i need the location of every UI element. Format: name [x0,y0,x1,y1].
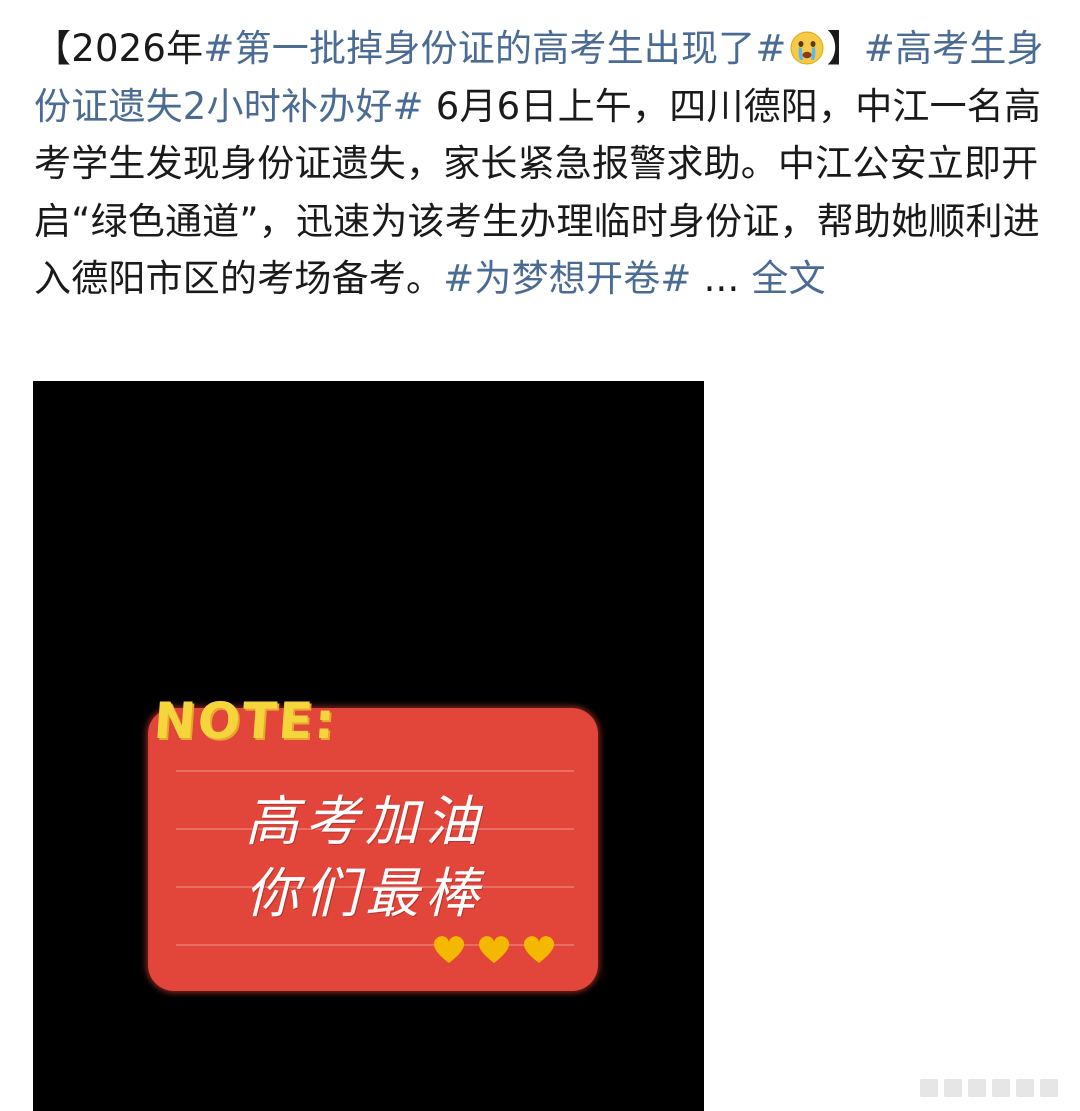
topic-link-dream[interactable]: #为梦想开卷# [443,257,691,300]
cheer-line-1: 高考加油 [245,790,485,853]
bracket-open: 【 [34,27,72,70]
post-image[interactable]: NOTE: 高考加油 你们最棒 [33,381,704,1111]
crying-face-emoji-icon [790,31,824,65]
hearts-icon [433,936,555,963]
weibo-post: 【2026年#第一批掉身份证的高考生出现了# 】#高考生身份证遗失2小时补办好#… [0,0,1080,1111]
cheer-line-2: 你们最棒 [245,862,485,925]
year-prefix: 2026年 [71,27,204,70]
bracket-close: 】 [826,27,864,70]
full-text-link[interactable]: 全文 [751,257,825,300]
post-text: 【2026年#第一批掉身份证的高考生出现了# 】#高考生身份证遗失2小时补办好#… [34,20,1054,308]
ellipsis: ... [691,257,752,300]
topic-link-lost-id[interactable]: #第一批掉身份证的高考生出现了# [203,27,786,70]
note-label: NOTE: [151,692,339,750]
card-rule-line [176,770,574,772]
more-images-icon[interactable] [918,1073,1068,1103]
